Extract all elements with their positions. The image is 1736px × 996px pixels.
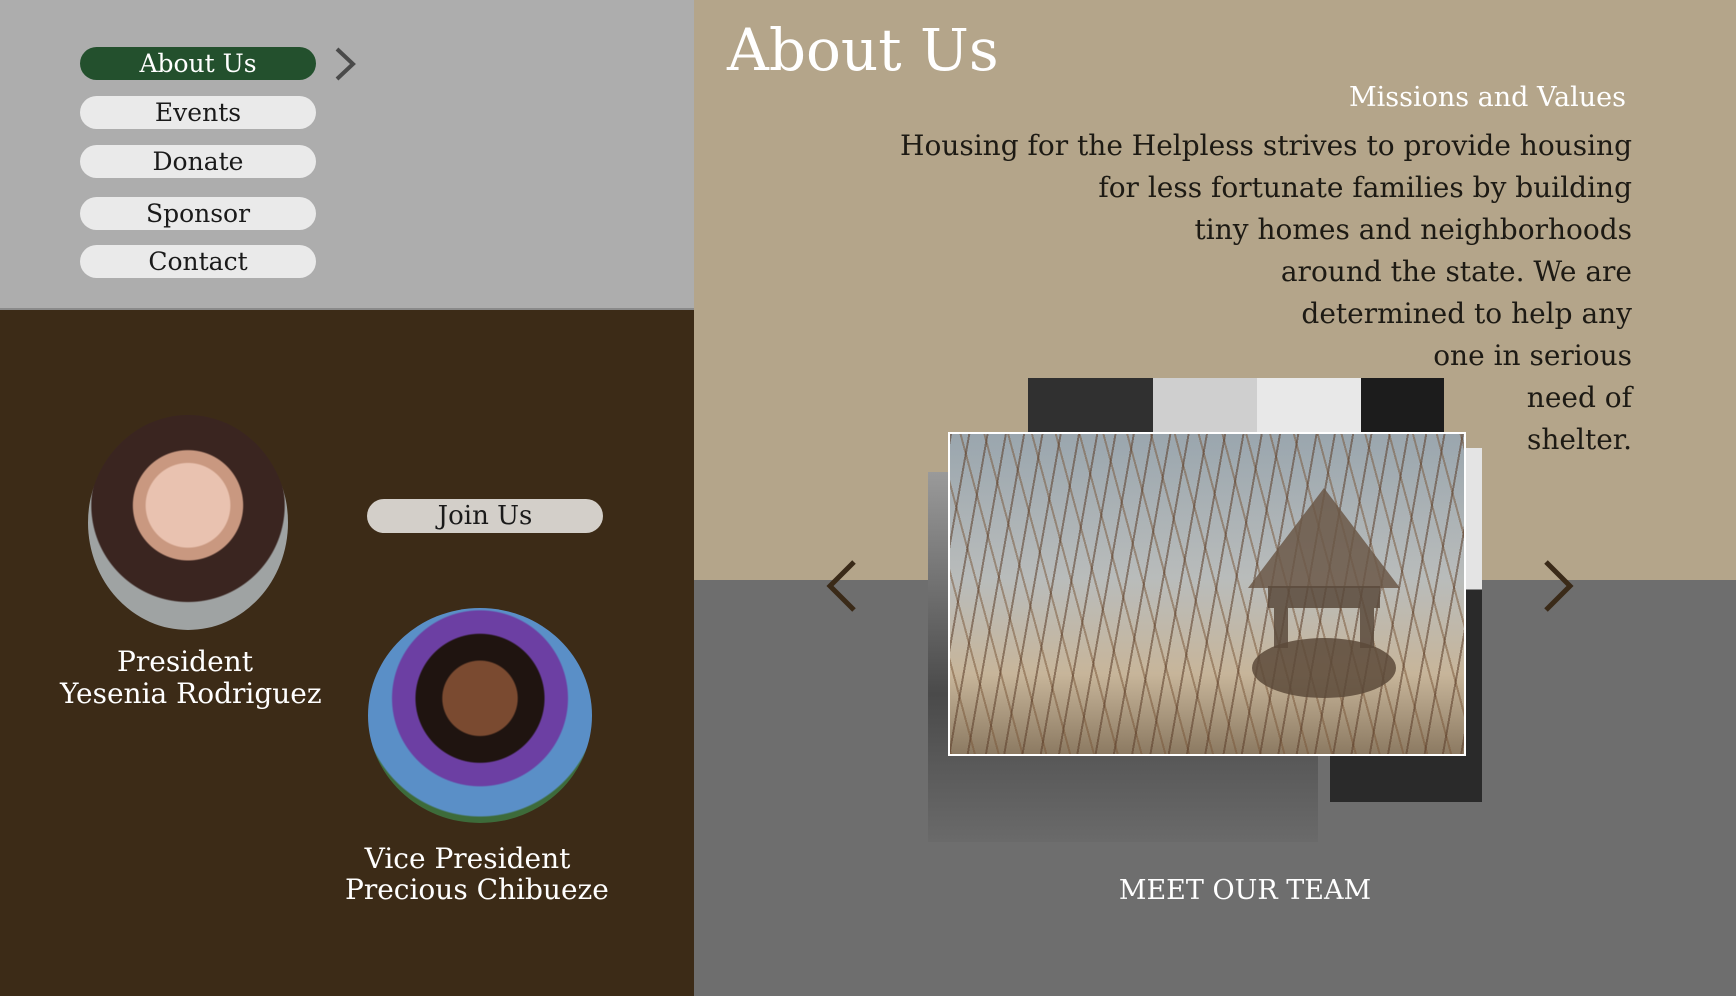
- nav-about-us-button[interactable]: About Us: [80, 47, 316, 80]
- about-page: About Us Events Donate Sponsor Contact P…: [0, 0, 1736, 996]
- chevron-right-icon[interactable]: [330, 46, 360, 82]
- vice-president-name: Precious Chibueze: [345, 873, 609, 906]
- chevron-left-icon[interactable]: [824, 558, 858, 614]
- gallery-photo-back: [1028, 378, 1444, 433]
- president-avatar: [88, 415, 288, 630]
- birdhouse-image: [1248, 488, 1400, 698]
- missions-heading: Missions and Values: [1348, 82, 1626, 113]
- mission-line: Housing for the Helpless strives to prov…: [900, 129, 1632, 162]
- meet-our-team-link[interactable]: MEET OUR TEAM: [1100, 873, 1390, 909]
- president-name: Yesenia Rodriguez: [60, 677, 322, 710]
- president-caption: President Yesenia Rodriguez: [60, 645, 322, 710]
- nav-events-button[interactable]: Events: [80, 96, 316, 129]
- vice-president-caption: Vice President Precious Chibueze: [345, 842, 609, 906]
- president-role: President: [117, 645, 253, 678]
- join-us-button[interactable]: Join Us: [367, 499, 603, 533]
- page-title: About Us: [727, 16, 999, 84]
- vice-president-avatar: [368, 608, 592, 823]
- nav-donate-button[interactable]: Donate: [80, 145, 316, 178]
- mission-line: for less fortunate families by building: [1098, 171, 1632, 204]
- chevron-right-icon[interactable]: [1542, 558, 1576, 614]
- mission-line: tiny homes and neighborhoods: [1194, 213, 1632, 246]
- vice-president-role: Vice President: [364, 842, 571, 875]
- nav-contact-button[interactable]: Contact: [80, 245, 316, 278]
- mission-line: one in serious: [1433, 339, 1632, 372]
- mission-line: around the state. We are: [1280, 255, 1632, 288]
- mission-line: determined to help any: [1301, 297, 1632, 330]
- nav-sponsor-button[interactable]: Sponsor: [80, 197, 316, 230]
